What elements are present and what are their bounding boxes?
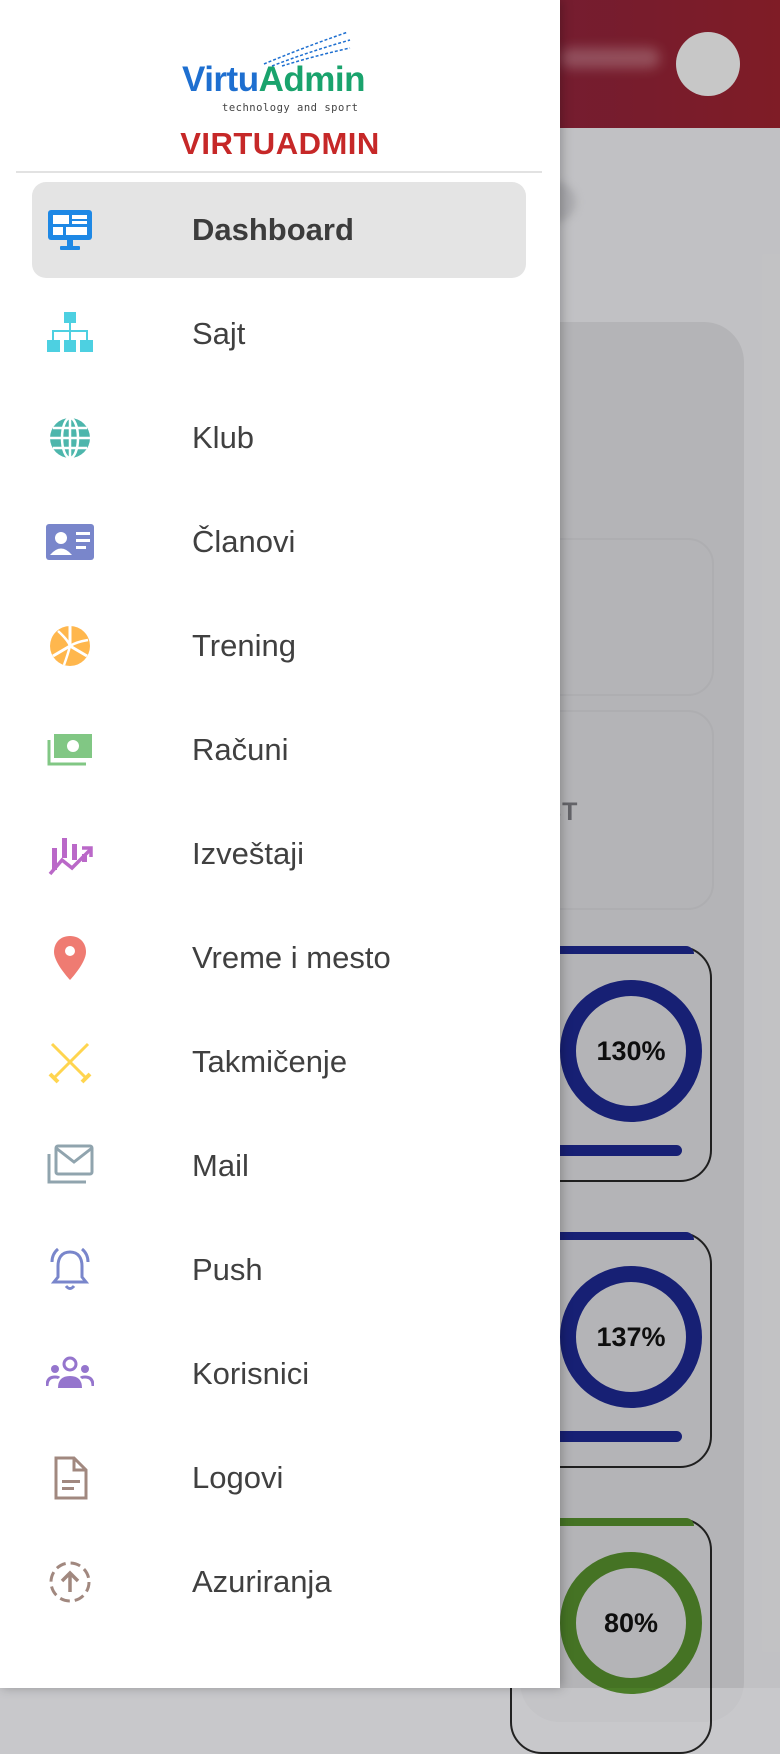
crossed-swords-icon (46, 1038, 94, 1086)
menu-item-takmicenje[interactable]: Takmičenje (32, 1014, 526, 1110)
menu-item-klub[interactable]: Klub (32, 390, 526, 486)
globe-icon (46, 414, 94, 462)
menu-item-clanovi[interactable]: Članovi (32, 494, 526, 590)
menu-item-racuni[interactable]: Računi (32, 702, 526, 798)
menu-item-trening[interactable]: Trening (32, 598, 526, 694)
location-pin-icon (46, 934, 94, 982)
menu-item-label: Push (192, 1252, 263, 1287)
users-group-icon (46, 1350, 94, 1398)
brand-name: VIRTUADMIN (180, 126, 380, 161)
menu-item-label: Klub (192, 420, 255, 455)
menu-item-label: Računi (192, 732, 289, 767)
menu-item-push[interactable]: Push (32, 1222, 526, 1318)
navigation-drawer: VirtuAdmin technology and sport VIRTUADM… (0, 0, 560, 1688)
menu-item-label: Sajt (192, 316, 246, 351)
menu-item-azuriranja[interactable]: Azuriranja (32, 1534, 526, 1630)
monitor-dashboard-icon (46, 206, 94, 254)
money-icon (46, 726, 94, 774)
menu-item-label: Vreme i mesto (192, 940, 391, 975)
logo-wordmark: VirtuAdmin (182, 60, 365, 99)
menu-item-logovi[interactable]: Logovi (32, 1430, 526, 1526)
brand-logo: VirtuAdmin technology and sport VIRTUADM… (0, 14, 560, 164)
menu-item-mail[interactable]: Mail (32, 1118, 526, 1214)
menu-item-label: Korisnici (192, 1356, 310, 1391)
logo-tagline: technology and sport (222, 102, 359, 114)
sitemap-icon (46, 310, 94, 358)
menu-item-label: Trening (192, 628, 296, 663)
divider (16, 171, 542, 173)
upload-circle-icon (46, 1558, 94, 1606)
menu-item-dashboard[interactable]: Dashboard (32, 182, 526, 278)
menu-item-korisnici[interactable]: Korisnici (32, 1326, 526, 1422)
menu-item-label: Članovi (192, 524, 296, 559)
chart-icon (46, 830, 94, 878)
volleyball-icon (46, 622, 94, 670)
menu-item-sajt[interactable]: Sajt (32, 286, 526, 382)
menu-item-label: Takmičenje (192, 1044, 348, 1079)
id-card-icon (46, 518, 94, 566)
menu-item-label: Logovi (192, 1460, 284, 1495)
menu-item-vreme-i-mesto[interactable]: Vreme i mesto (32, 910, 526, 1006)
menu-item-label: Izveštaji (192, 836, 304, 871)
menu-item-izvestaji[interactable]: Izveštaji (32, 806, 526, 902)
drawer-menu: Dashboard Sajt Klub Članovi Trening Raču… (32, 182, 526, 1638)
file-document-icon (46, 1454, 94, 1502)
menu-item-label: Azuriranja (192, 1564, 332, 1599)
menu-item-label: Mail (192, 1148, 249, 1183)
bell-ringing-icon (46, 1246, 94, 1294)
menu-item-label: Dashboard (192, 212, 354, 247)
mail-stack-icon (46, 1142, 94, 1190)
